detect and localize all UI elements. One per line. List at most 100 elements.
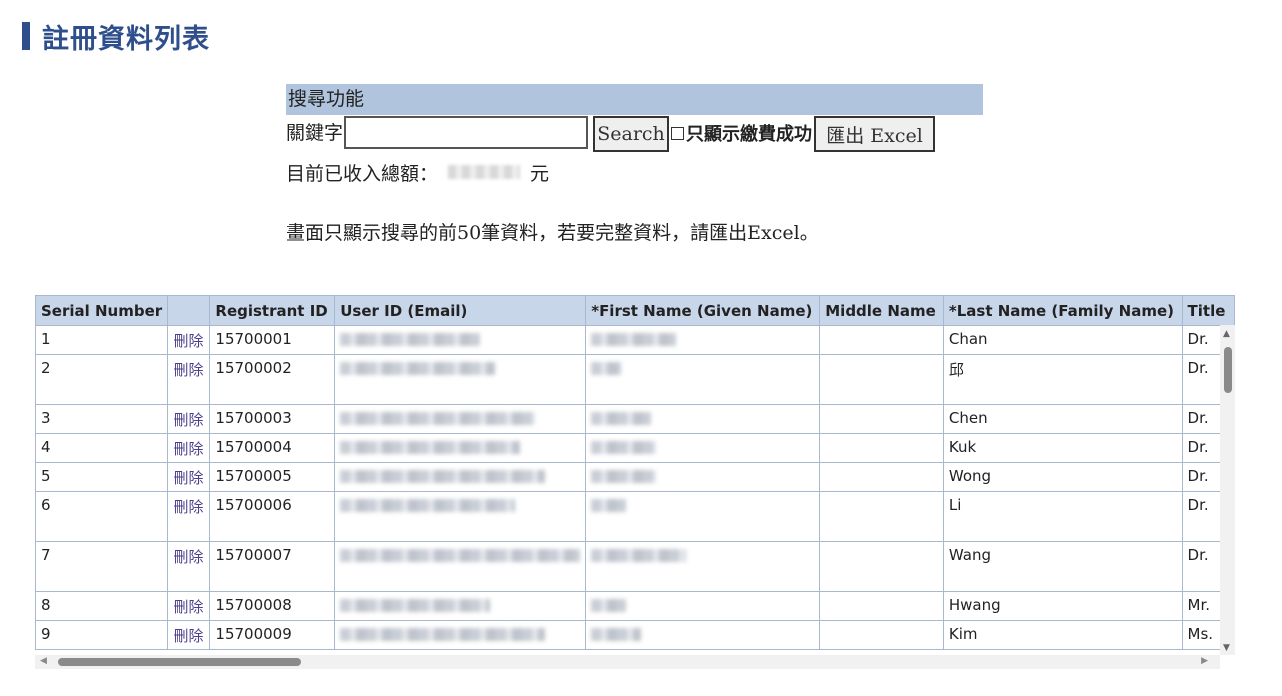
cell-last-name: 邱 [948, 361, 964, 379]
cell-serial: 7 [35, 541, 169, 592]
registrant-table: Serial Number Registrant ID User ID (Ema… [35, 295, 1235, 650]
cell-middle-name [819, 620, 944, 650]
cell-last-name: Hwang [942, 591, 1183, 621]
delete-link[interactable]: 刪除 [173, 411, 203, 429]
delete-link[interactable]: 刪除 [173, 440, 203, 458]
search-header: 搜尋功能 [286, 84, 983, 115]
delete-link[interactable]: 刪除 [173, 332, 203, 350]
header-user-id[interactable]: User ID (Email) [334, 295, 587, 326]
header-action [167, 295, 211, 326]
redacted-text [340, 599, 491, 612]
cell-first-name-redacted [585, 325, 821, 355]
header-title[interactable]: Title [1181, 295, 1235, 326]
cell-middle-name [819, 433, 944, 463]
redacted-text [591, 599, 627, 612]
search-button[interactable]: Search [593, 116, 670, 152]
cell-middle-name [819, 354, 944, 405]
header-registrant-id[interactable]: Registrant ID [209, 295, 336, 326]
cell-title: Dr. [1187, 409, 1209, 427]
search-row: 關鍵字 Search 只顯示繳費成功 匯出 Excel [286, 116, 983, 156]
header-serial[interactable]: Serial Number [35, 295, 169, 326]
cell-last-name: Kuk [948, 438, 977, 456]
cell-registrant-id: 15700003 [215, 409, 292, 427]
cell-middle-name [819, 462, 944, 492]
cell-last-name: Chen [948, 409, 988, 427]
redacted-text [340, 441, 521, 454]
paid-only-filter[interactable]: 只顯示繳費成功 [671, 116, 812, 146]
total-suffix: 元 [530, 162, 550, 185]
horizontal-scroll-thumb[interactable] [58, 658, 301, 666]
scroll-up-icon[interactable]: ▲ [1223, 329, 1230, 339]
cell-registrant-id: 15700009 [215, 625, 292, 643]
cell-user-id-redacted [334, 491, 587, 542]
table-row: 6 刪除 15700006 Li Dr. [35, 491, 1235, 542]
header-first-name[interactable]: *First Name (Given Name) [585, 295, 821, 326]
redacted-text [591, 470, 657, 483]
cell-title: Dr. [1187, 496, 1209, 514]
redacted-text [591, 412, 652, 425]
vertical-scrollbar[interactable]: ▲ ▼ [1220, 325, 1235, 655]
cell-title: Dr. [1187, 546, 1209, 564]
cell-action: 刪除 [167, 541, 211, 592]
cell-user-id-redacted [334, 541, 587, 592]
redacted-text [591, 549, 687, 562]
cell-serial: 8 [35, 591, 169, 621]
delete-link[interactable]: 刪除 [173, 498, 203, 516]
delete-link[interactable]: 刪除 [173, 548, 203, 566]
cell-last-name: Hwang [948, 596, 1001, 614]
cell-registrant-id: 15700006 [209, 491, 336, 542]
cell-user-id-redacted [334, 591, 587, 621]
cell-first-name-redacted [585, 620, 821, 650]
table-body: 1 刪除 15700001 Chan Dr. 2 刪除 15700002 邱 Dr. 3 刪除 1570… [35, 325, 1235, 650]
delete-link[interactable]: 刪除 [173, 361, 203, 379]
page-title-bar: 註冊資料列表 [22, 20, 210, 55]
cell-action: 刪除 [167, 325, 211, 355]
cell-serial: 5 [41, 467, 51, 485]
cell-registrant-id: 15700007 [209, 541, 336, 592]
cell-registrant-id: 15700009 [209, 620, 336, 650]
redacted-text [591, 333, 677, 346]
cell-middle-name [819, 491, 944, 542]
scroll-down-icon[interactable]: ▼ [1223, 643, 1230, 653]
paid-only-checkbox[interactable] [671, 126, 685, 140]
scroll-right-icon[interactable]: ▶ [1201, 656, 1208, 666]
delete-link[interactable]: 刪除 [173, 627, 203, 645]
cell-last-name: Wong [948, 467, 992, 485]
cell-registrant-id: 15700004 [209, 433, 336, 463]
cell-registrant-id: 15700006 [215, 496, 292, 514]
cell-last-name: Wong [942, 462, 1183, 492]
cell-registrant-id: 15700001 [209, 325, 336, 355]
cell-registrant-id: 15700008 [209, 591, 336, 621]
cell-first-name-redacted [585, 433, 821, 463]
table-row: 9 刪除 15700009 Kim Ms. [35, 620, 1235, 650]
cell-title: Dr. [1187, 467, 1209, 485]
redacted-text [591, 628, 642, 641]
cell-serial: 3 [35, 404, 169, 434]
cell-user-id-redacted [334, 325, 587, 355]
vertical-scroll-thumb[interactable] [1224, 347, 1232, 393]
cell-action: 刪除 [167, 354, 211, 405]
export-excel-button[interactable]: 匯出 Excel [814, 116, 936, 152]
cell-serial: 6 [41, 496, 51, 514]
redacted-text [591, 362, 622, 375]
table-row: 2 刪除 15700002 邱 Dr. [35, 354, 1235, 405]
cell-registrant-id: 15700005 [215, 467, 292, 485]
cell-user-id-redacted [334, 462, 587, 492]
horizontal-scrollbar[interactable]: ◀ ▶ [35, 655, 1220, 669]
cell-serial: 4 [41, 438, 51, 456]
cell-middle-name [819, 591, 944, 621]
cell-last-name: Chan [942, 325, 1183, 355]
cell-last-name: Li [948, 496, 962, 514]
redacted-text [340, 362, 496, 375]
header-middle-name[interactable]: Middle Name [819, 295, 944, 326]
keyword-input[interactable] [344, 116, 589, 149]
table-row: 7 刪除 15700007 Wang Dr. [35, 541, 1235, 592]
cell-action: 刪除 [167, 404, 211, 434]
cell-user-id-redacted [334, 404, 587, 434]
cell-serial: 5 [35, 462, 169, 492]
scroll-left-icon[interactable]: ◀ [40, 656, 47, 666]
cell-last-name: Wang [942, 541, 1183, 592]
header-last-name[interactable]: *Last Name (Family Name) [942, 295, 1183, 326]
delete-link[interactable]: 刪除 [173, 598, 203, 616]
delete-link[interactable]: 刪除 [173, 469, 203, 487]
